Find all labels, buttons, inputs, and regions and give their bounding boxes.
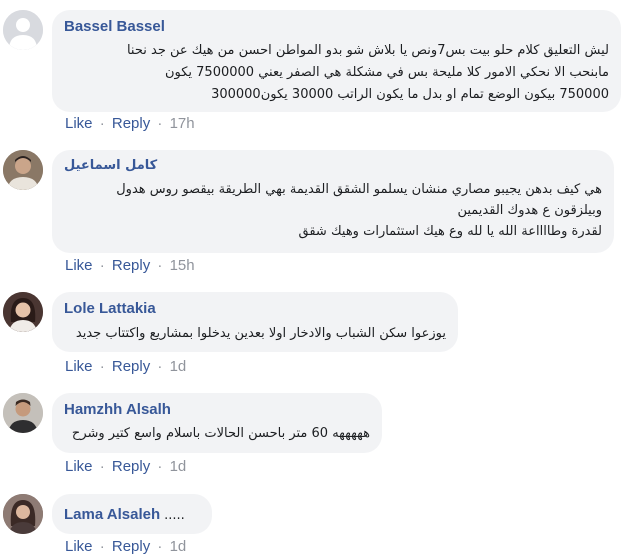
separator-dot: · — [99, 115, 105, 132]
comment-bubble: Bassel Bassel ليش التعليق كلام حلو بيت ب… — [52, 10, 621, 112]
user-photo-icon — [3, 292, 43, 332]
user-photo-icon — [3, 393, 43, 433]
comment-actions: Like · Reply · 1d — [65, 538, 186, 555]
comment-timestamp[interactable]: 1d — [170, 538, 187, 555]
avatar[interactable] — [3, 494, 43, 534]
reply-link[interactable]: Reply — [112, 257, 150, 274]
comment-bubble: Hamzhh Alsalh هههههه 60 متر باحسن الحالا… — [52, 393, 382, 453]
comment-timestamp[interactable]: 15h — [170, 257, 195, 274]
comment-text: هههههه 60 متر باحسن الحالات باسلام واسع … — [71, 426, 370, 441]
comment-actions: Like · Reply · 1d — [65, 458, 186, 475]
reply-link[interactable]: Reply — [112, 115, 150, 132]
separator-dot: · — [99, 257, 105, 274]
comment-author[interactable]: كامل اسماعيل — [64, 158, 602, 173]
comment-author[interactable]: Lole Lattakia — [64, 300, 446, 317]
comment-author[interactable]: Bassel Bassel — [64, 18, 609, 35]
avatar[interactable] — [3, 150, 43, 190]
like-link[interactable]: Like — [65, 458, 93, 475]
comment-author[interactable]: Lama Alsaleh — [64, 506, 160, 523]
reply-link[interactable]: Reply — [112, 358, 150, 375]
separator-dot: · — [157, 257, 163, 274]
comment-timestamp[interactable]: 1d — [170, 358, 187, 375]
separator-dot: · — [157, 115, 163, 132]
avatar[interactable] — [3, 292, 43, 332]
reply-link[interactable]: Reply — [112, 538, 150, 555]
comment-author[interactable]: Hamzhh Alsalh — [64, 401, 370, 418]
avatar[interactable] — [3, 10, 43, 50]
like-link[interactable]: Like — [65, 115, 93, 132]
user-photo-icon — [3, 150, 43, 190]
separator-dot: · — [99, 538, 105, 555]
separator-dot: · — [157, 358, 163, 375]
comment-text: هي كيف بدهن يجيبو مصاري منشان يسلمو الشق… — [116, 182, 602, 239]
avatar[interactable] — [3, 393, 43, 433]
separator-dot: · — [99, 458, 105, 475]
comment-actions: Like · Reply · 1d — [65, 358, 186, 375]
comment-bubble: كامل اسماعيل هي كيف بدهن يجيبو مصاري منش… — [52, 150, 614, 253]
separator-dot: · — [99, 358, 105, 375]
separator-dot: · — [157, 538, 163, 555]
default-avatar-icon — [3, 10, 43, 50]
like-link[interactable]: Like — [65, 358, 93, 375]
like-link[interactable]: Like — [65, 257, 93, 274]
comment-bubble: Lole Lattakia يوزعوا سكن الشباب والادخار… — [52, 292, 458, 352]
user-photo-icon — [3, 494, 43, 534]
comment-text: ليش التعليق كلام حلو بيت بس7ونص يا بلاش … — [126, 43, 609, 102]
comment-timestamp[interactable]: 1d — [170, 458, 187, 475]
comment-actions: Like · Reply · 17h — [65, 115, 195, 132]
comment-text: يوزعوا سكن الشباب والادخار اولا بعدين يد… — [75, 326, 446, 341]
comment-timestamp[interactable]: 17h — [170, 115, 195, 132]
comment-actions: Like · Reply · 15h — [65, 257, 195, 274]
like-link[interactable]: Like — [65, 538, 93, 555]
comment-bubble: Lama Alsaleh..... — [52, 494, 212, 534]
reply-link[interactable]: Reply — [112, 458, 150, 475]
separator-dot: · — [157, 458, 163, 475]
comment-text: ..... — [164, 508, 185, 523]
